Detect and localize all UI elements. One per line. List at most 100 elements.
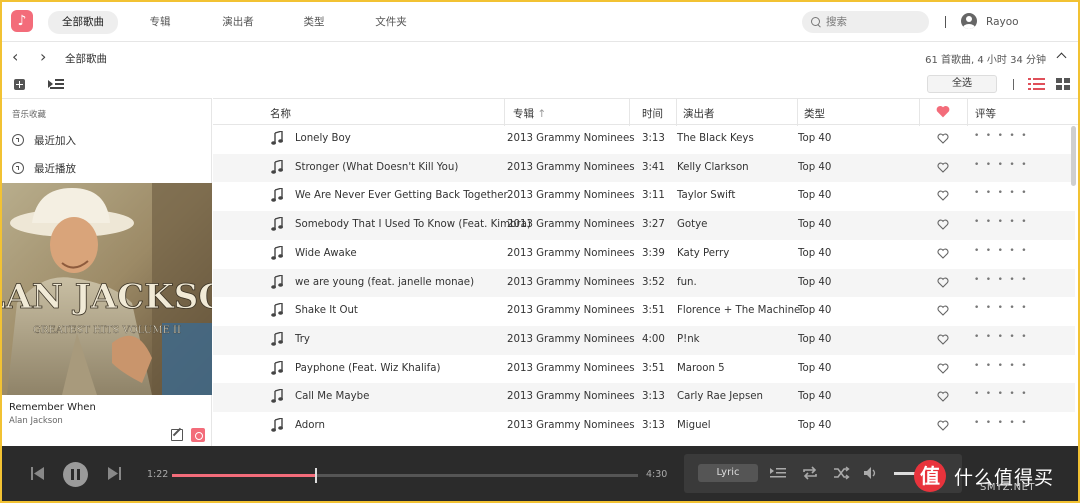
track-name: Adorn: [295, 420, 325, 431]
record-icon[interactable]: [191, 428, 205, 442]
next-track-icon[interactable]: [108, 467, 121, 480]
track-time: 3:13: [642, 391, 665, 403]
rating-dots[interactable]: •••••: [974, 246, 1033, 256]
heart-outline-icon[interactable]: [937, 248, 949, 259]
column-header-rating[interactable]: 评等: [975, 106, 996, 121]
favorite-heart-icon[interactable]: [936, 105, 950, 118]
track-artist: fun.: [677, 276, 697, 288]
table-row[interactable]: Adorn 2013 Grammy Nominees 3:13 Miguel Top 4…: [213, 412, 1075, 441]
track-album: 2013 Grammy Nominees: [507, 305, 635, 317]
divider: [1013, 79, 1014, 90]
rating-dots[interactable]: •••••: [974, 131, 1033, 141]
rating-dots[interactable]: •••••: [974, 303, 1033, 313]
repeat-icon[interactable]: [802, 466, 818, 480]
column-divider: [629, 99, 630, 126]
music-note-logo-icon: ♪: [11, 10, 33, 32]
tab-artists[interactable]: 演出者: [214, 11, 262, 34]
rating-dots[interactable]: •••••: [974, 389, 1033, 399]
table-row[interactable]: Somebody That I Used To Know (Feat. Kimb…: [213, 211, 1075, 240]
divider: [945, 16, 946, 28]
table-row[interactable]: Call Me Maybe 2013 Grammy Nominees 3:13 Car…: [213, 383, 1075, 412]
sidebar-item-recently-added[interactable]: 最近加入: [12, 131, 76, 149]
add-playlist-icon[interactable]: [14, 79, 25, 90]
rating-dots[interactable]: •••••: [974, 332, 1033, 342]
collapse-chevron-up-icon[interactable]: [1056, 52, 1067, 63]
column-header-album[interactable]: 专辑 ↑: [513, 106, 546, 121]
music-note-icon: [271, 244, 283, 260]
search-input[interactable]: [826, 16, 921, 28]
track-name: We Are Never Ever Getting Back Together: [295, 190, 508, 202]
track-name: Shake It Out: [295, 305, 358, 317]
heart-outline-icon[interactable]: [937, 363, 949, 374]
now-playing-title: Remember When: [9, 402, 96, 413]
forward-arrow-icon[interactable]: ›: [40, 49, 46, 65]
user-name[interactable]: Rayoo: [986, 16, 1019, 28]
watermark-badge: 值: [914, 460, 946, 492]
list-view-icon[interactable]: [1028, 78, 1045, 90]
progress-handle[interactable]: [315, 468, 318, 483]
tab-albums[interactable]: 专辑: [140, 11, 180, 34]
search-box[interactable]: [802, 11, 929, 33]
lyric-button[interactable]: Lyric: [698, 464, 758, 482]
track-album: 2013 Grammy Nominees: [507, 161, 635, 173]
play-queue-icon[interactable]: [48, 78, 64, 90]
table-row[interactable]: Lonely Boy 2013 Grammy Nominees 3:13 The Bl…: [213, 125, 1075, 154]
column-header-artist[interactable]: 演出者: [683, 106, 715, 121]
volume-icon[interactable]: [864, 466, 880, 480]
heart-outline-icon[interactable]: [937, 391, 949, 403]
track-album: 2013 Grammy Nominees: [507, 276, 635, 288]
track-name: Stronger (What Doesn't Kill You): [295, 161, 459, 173]
now-playing-artist: Alan Jackson: [9, 416, 63, 426]
select-all-button[interactable]: 全选: [927, 75, 997, 93]
column-header-genre[interactable]: 类型: [804, 106, 825, 121]
heart-outline-icon[interactable]: [937, 277, 949, 288]
track-artist: Miguel: [677, 420, 711, 431]
tab-genres[interactable]: 类型: [296, 11, 332, 34]
pause-button[interactable]: [63, 462, 88, 487]
rating-dots[interactable]: •••••: [974, 160, 1033, 170]
table-row[interactable]: Shake It Out 2013 Grammy Nominees 3:51 Flor…: [213, 297, 1075, 326]
track-artist: Maroon 5: [677, 362, 725, 374]
progress-bar[interactable]: [172, 468, 638, 483]
user-avatar-icon[interactable]: [961, 13, 977, 29]
table-row[interactable]: Wide Awake 2013 Grammy Nominees 3:39 Katy P…: [213, 240, 1075, 269]
table-row[interactable]: We Are Never Ever Getting Back Together 2…: [213, 182, 1075, 211]
scrollbar[interactable]: [1071, 126, 1076, 186]
shuffle-icon[interactable]: [834, 466, 850, 480]
rating-dots[interactable]: •••••: [974, 361, 1033, 371]
rating-dots[interactable]: •••••: [974, 188, 1033, 198]
track-name: Somebody That I Used To Know (Feat. Kimb…: [295, 219, 531, 231]
rating-dots[interactable]: •••••: [974, 418, 1033, 428]
heart-outline-icon[interactable]: [937, 420, 949, 431]
back-arrow-icon[interactable]: ‹: [12, 49, 18, 65]
column-header-name[interactable]: 名称: [270, 106, 291, 121]
heart-outline-icon[interactable]: [937, 190, 949, 202]
heart-outline-icon[interactable]: [937, 162, 949, 173]
table-row[interactable]: Try 2013 Grammy Nominees 4:00 P!nk Top 40 •••…: [213, 325, 1075, 355]
heart-outline-icon[interactable]: [937, 219, 949, 230]
sidebar-item-label: 最近加入: [34, 134, 76, 147]
playlist-queue-icon[interactable]: [770, 466, 786, 480]
clock-icon: [12, 162, 24, 174]
tab-folders[interactable]: 文件夹: [367, 11, 415, 34]
edit-icon[interactable]: [171, 429, 183, 441]
heart-outline-icon[interactable]: [937, 305, 949, 316]
volume-fill: [894, 472, 916, 475]
track-artist: P!nk: [677, 333, 700, 345]
track-time: 3:11: [642, 190, 665, 202]
column-header-time[interactable]: 时间: [642, 106, 663, 121]
table-row[interactable]: Payphone (Feat. Wiz Khalifa) 2013 Grammy …: [213, 355, 1075, 384]
previous-track-icon[interactable]: [31, 467, 44, 480]
rating-dots[interactable]: •••••: [974, 217, 1033, 227]
sidebar-item-recently-played[interactable]: 最近播放: [12, 159, 76, 177]
table-row[interactable]: we are young (feat. janelle monae) 2013 G…: [213, 268, 1075, 298]
album-art[interactable]: ALAN JACKSON GREATEST HITS VOLUME II: [2, 183, 212, 395]
rating-dots[interactable]: •••••: [974, 275, 1033, 285]
tab-all-songs[interactable]: 全部歌曲: [48, 11, 118, 34]
heart-outline-icon[interactable]: [937, 334, 949, 345]
grid-view-icon[interactable]: [1056, 78, 1070, 90]
clock-icon: [12, 134, 24, 146]
total-time: 4:30: [646, 469, 668, 480]
table-row[interactable]: Stronger (What Doesn't Kill You) 2013 Gra…: [213, 153, 1075, 183]
heart-outline-icon[interactable]: [937, 133, 949, 144]
